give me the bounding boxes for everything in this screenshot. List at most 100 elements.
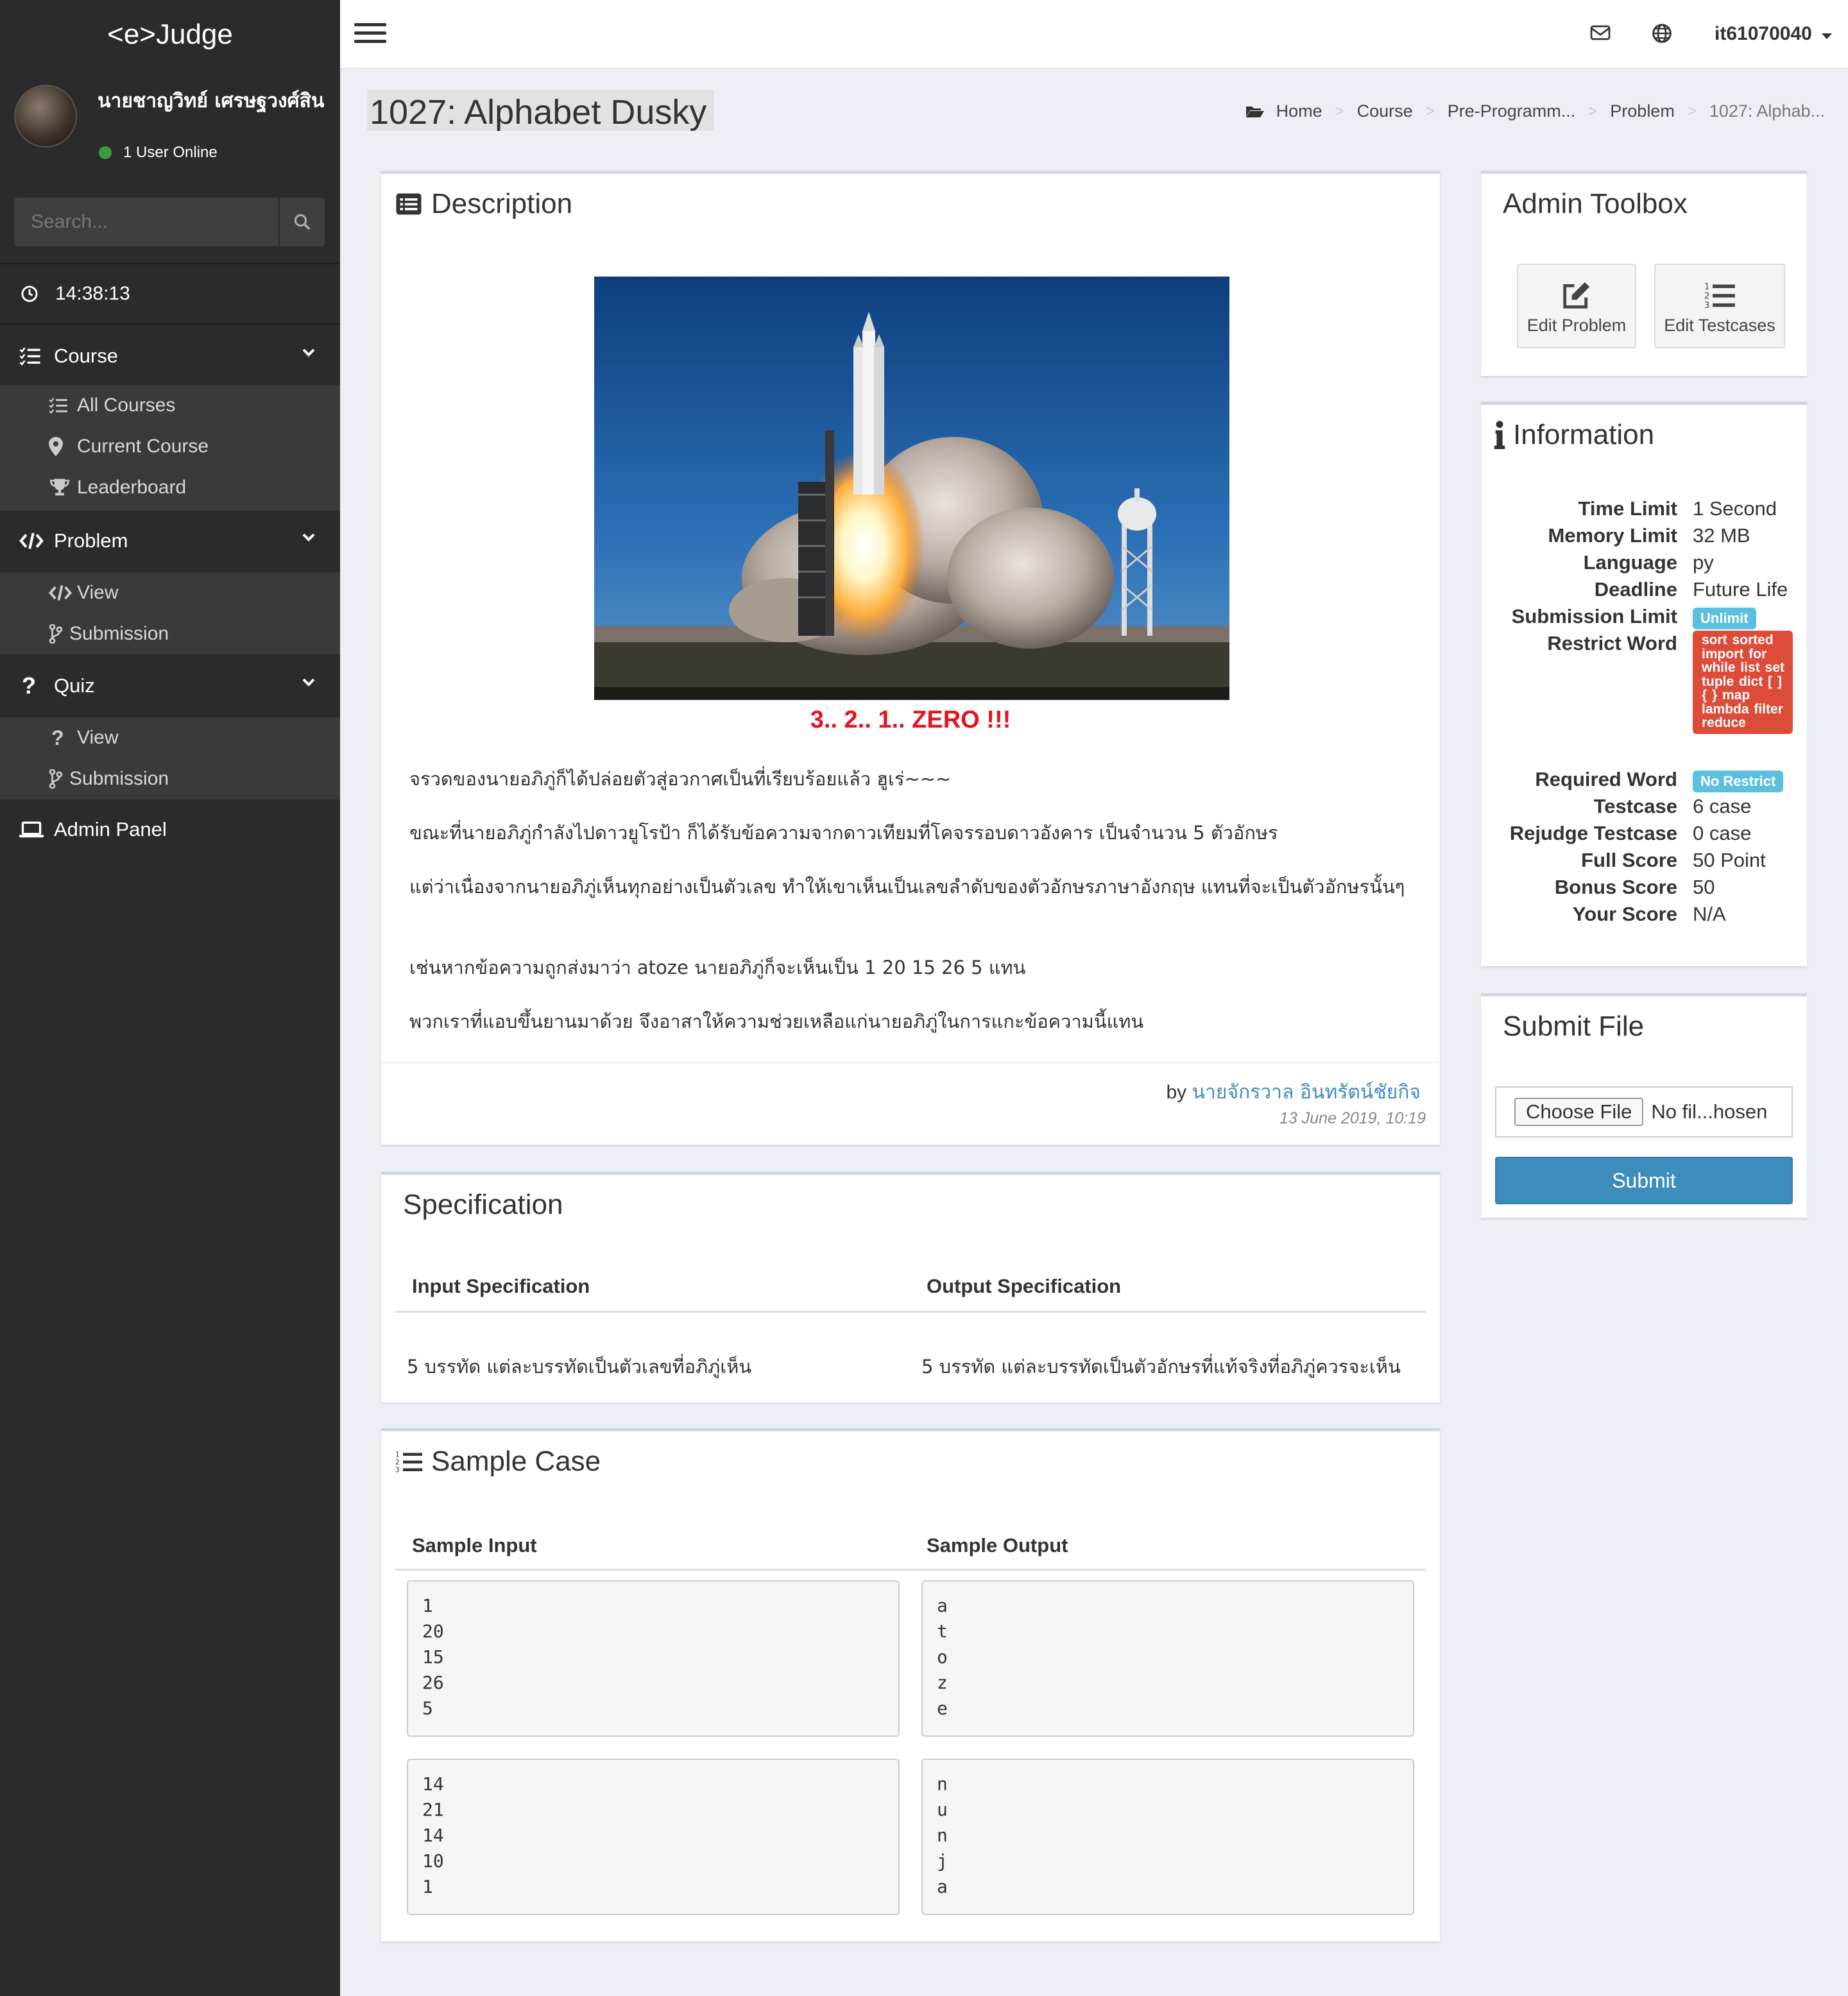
submenu-problem: View Submission (0, 572, 340, 654)
rocket-launch-image (594, 277, 1229, 700)
breadcrumb-problem[interactable]: Problem (1610, 101, 1675, 121)
breadcrumb-separator: > (1588, 102, 1598, 120)
edit-testcases-label: Edit Testcases (1664, 316, 1775, 335)
info-value: 50 (1693, 876, 1715, 898)
brand-logo[interactable]: <e>Judge (0, 0, 340, 69)
page-title: 1027: Alphabet Dusky (367, 90, 715, 132)
info-value: 1 Second (1693, 497, 1777, 520)
table-divider (395, 1569, 1426, 1571)
submenu-course: All Courses Current Course Leaderboard (0, 385, 340, 511)
sidebar-item-label: Current Course (77, 436, 209, 457)
sidebar-item-problem-submission[interactable]: Submission (0, 613, 340, 654)
svg-text:3: 3 (395, 1467, 400, 1474)
online-status: 1 User Online (99, 144, 218, 162)
info-value: 0 case (1693, 822, 1752, 844)
info-label: Testcase (1593, 795, 1677, 817)
restrict-word-badge: sort sorted import for while list set tu… (1693, 631, 1793, 734)
specification-box: Specification Input Specification Output… (381, 1172, 1440, 1403)
search-input[interactable] (14, 198, 278, 246)
info-label: Submission Limit (1511, 605, 1677, 627)
info-memory-limit: Memory Limit 32 MB (1481, 524, 1802, 551)
breadcrumb-current: 1027: Alphab... (1709, 101, 1825, 121)
menu-problem[interactable]: Problem (0, 515, 340, 567)
language-button[interactable] (1652, 23, 1672, 47)
breadcrumb: Home > Course > Pre-Programm... > Proble… (1206, 101, 1848, 121)
info-value: No Restrict (1693, 768, 1784, 792)
file-input[interactable]: Choose File No fil...hosen (1495, 1086, 1793, 1138)
sidebar-item-current-course[interactable]: Current Course (0, 426, 340, 467)
submit-button[interactable]: Submit (1495, 1157, 1793, 1204)
user-menu-label: it61070040 (1715, 23, 1812, 44)
edit-problem-label: Edit Problem (1527, 316, 1627, 335)
info-your-score: Your Score N/A (1481, 903, 1802, 930)
trophy-icon (49, 479, 70, 496)
choose-file-button[interactable]: Choose File (1514, 1098, 1644, 1126)
menu-admin-panel[interactable]: Admin Panel (0, 803, 340, 856)
edit-testcases-button[interactable]: 123 Edit Testcases (1654, 264, 1785, 348)
sidebar-toggle-icon[interactable] (354, 23, 386, 46)
author-date: 13 June 2019, 10:19 (1279, 1109, 1426, 1127)
admin-toolbox-box: Admin Toolbox Edit Problem 123 Edit Test… (1481, 171, 1807, 376)
sample-case-header: 123 Sample Case (395, 1446, 601, 1478)
admin-toolbox-title: Admin Toolbox (1503, 188, 1688, 219)
info-time-limit: Time Limit 1 Second (1481, 497, 1802, 524)
info-value: py (1693, 551, 1714, 574)
svg-text:1: 1 (1704, 282, 1709, 292)
search-button[interactable] (278, 198, 325, 246)
list-check-icon (19, 347, 40, 366)
sidebar-item-quiz-submission[interactable]: Submission (0, 758, 340, 799)
info-label: Your Score (1572, 903, 1677, 925)
description-paragraph: พวกเราที่แอบขึ้นยานมาด้วย จึงอาสาให้ความ… (409, 1011, 1144, 1032)
sample-input-1: 1 20 15 26 5 (407, 1580, 900, 1737)
description-paragraph: เช่นหากข้อความถูกส่งมาว่า atoze นายอภิภู… (409, 957, 1026, 978)
menu-quiz[interactable]: ? Quiz (0, 660, 340, 712)
online-status-text: 1 User Online (123, 144, 218, 161)
sidebar-item-all-courses[interactable]: All Courses (0, 385, 340, 426)
description-header: Description (395, 188, 572, 220)
breadcrumb-home[interactable]: Home (1276, 101, 1322, 121)
edit-problem-button[interactable]: Edit Problem (1517, 264, 1636, 348)
specification-title: Specification (403, 1189, 563, 1220)
menu-course[interactable]: Course (0, 330, 340, 382)
question-icon: ? (51, 726, 64, 749)
author-line: by นายจักรวาล อินทรัตน์ชัยกิจ (1166, 1077, 1421, 1107)
code-branch-icon (49, 769, 63, 789)
description-title: Description (431, 188, 573, 219)
breadcrumb-course-name[interactable]: Pre-Programm... (1448, 101, 1576, 121)
globe-icon (1652, 24, 1672, 43)
breadcrumb-separator: > (1425, 102, 1435, 120)
messages-button[interactable] (1590, 24, 1611, 44)
output-spec-text: 5 บรรทัด แต่ละบรรทัดเป็นตัวอักษรที่แท้จร… (921, 1356, 1401, 1378)
user-menu[interactable]: it61070040 (1715, 23, 1833, 45)
info-icon (1494, 421, 1505, 449)
sample-output-2: n u n j a (921, 1759, 1414, 1915)
sidebar-item-label: View (77, 727, 119, 748)
description-paragraph: ขณะที่นายอภิภู่กำลังไปดาวยูโรป้า ก็ได้รั… (409, 822, 1278, 844)
author-link[interactable]: นายจักรวาล อินทรัตน์ชัยกิจ (1192, 1081, 1421, 1104)
sidebar-item-leaderboard[interactable]: Leaderboard (0, 467, 340, 508)
info-value: 32 MB (1693, 524, 1750, 547)
info-required-word: Required Word No Restrict (1481, 768, 1802, 795)
submit-file-title: Submit File (1503, 1011, 1645, 1042)
avatar[interactable] (14, 85, 77, 148)
sample-output-header: Sample Output (927, 1534, 1068, 1557)
breadcrumb-course[interactable]: Course (1357, 101, 1413, 121)
caret-down-icon (1822, 33, 1833, 39)
info-label: Deadline (1594, 578, 1677, 601)
menu-admin-label: Admin Panel (54, 818, 167, 840)
list-check-icon (49, 398, 67, 414)
sample-input-2: 14 21 14 10 1 (407, 1759, 900, 1915)
info-label: Bonus Score (1554, 876, 1677, 898)
menu-quiz-label: Quiz (54, 674, 95, 697)
sidebar-item-problem-view[interactable]: View (0, 572, 340, 613)
info-language: Language py (1481, 551, 1802, 578)
search-icon (294, 214, 311, 230)
info-bonus-score: Bonus Score 50 (1481, 876, 1802, 903)
svg-text:2: 2 (395, 1459, 400, 1467)
code-icon (19, 533, 44, 549)
sample-output-1: a t o z e (921, 1580, 1414, 1737)
sidebar-item-quiz-view[interactable]: ? View (0, 717, 340, 758)
info-full-score: Full Score 50 Point (1481, 849, 1802, 876)
breadcrumb-separator: > (1687, 102, 1697, 120)
svg-text:2: 2 (1704, 292, 1709, 302)
